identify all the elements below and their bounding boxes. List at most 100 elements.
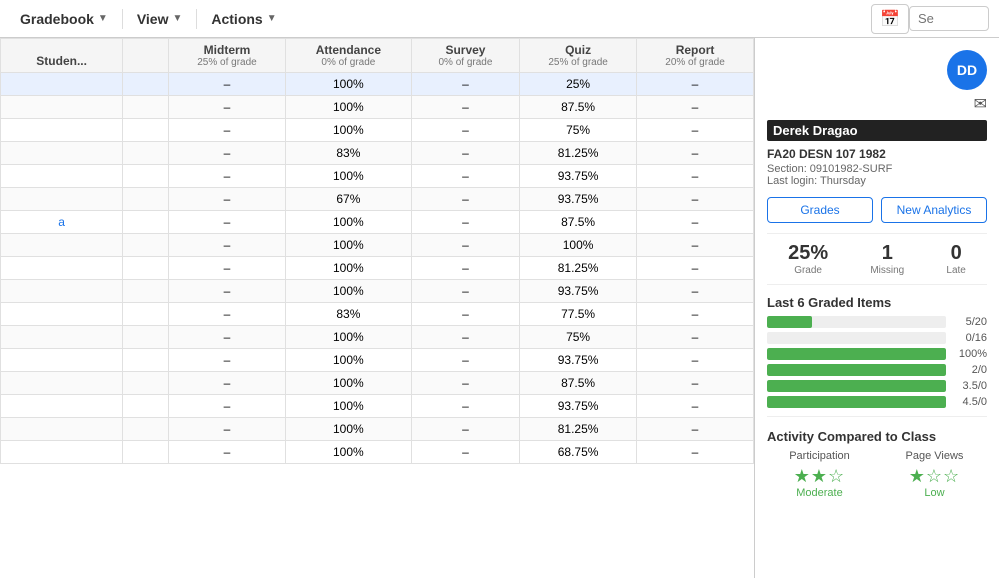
- col-header-report[interactable]: Report 20% of grade: [637, 39, 754, 73]
- cell-student: [1, 303, 123, 326]
- cell-quiz: 75%: [520, 119, 637, 142]
- cell-student: [1, 326, 123, 349]
- table-row[interactable]: –100%–81.25%–: [1, 418, 754, 441]
- cell-survey: –: [411, 280, 519, 303]
- table-row[interactable]: –100%–93.75%–: [1, 280, 754, 303]
- cell-survey: –: [411, 73, 519, 96]
- table-row[interactable]: a–100%–87.5%–: [1, 211, 754, 234]
- missing-label: Missing: [870, 265, 904, 276]
- grade-bar-row: 0/16: [767, 332, 987, 344]
- view-menu[interactable]: View ▼: [127, 5, 193, 33]
- cell-report: –: [637, 119, 754, 142]
- col-header-quiz[interactable]: Quiz 25% of grade: [520, 39, 637, 73]
- student-link[interactable]: a: [58, 215, 65, 229]
- cell-attendance: 100%: [285, 119, 411, 142]
- cell-quiz: 87.5%: [520, 211, 637, 234]
- table-row[interactable]: –100%–75%–: [1, 326, 754, 349]
- cell-attendance: 100%: [285, 326, 411, 349]
- col-midterm-label: Midterm: [177, 43, 277, 57]
- activity-section: Activity Compared to Class Participation…: [767, 429, 987, 499]
- participation-level: Moderate: [767, 487, 872, 499]
- table-row[interactable]: –67%–93.75%–: [1, 188, 754, 211]
- table-row[interactable]: –100%–93.75%–: [1, 165, 754, 188]
- table-row[interactable]: –100%–87.5%–: [1, 372, 754, 395]
- search-input[interactable]: [909, 6, 989, 31]
- col-attendance-label: Attendance: [294, 43, 403, 57]
- grade-bar-track: [767, 332, 946, 344]
- actions-menu[interactable]: Actions ▼: [201, 5, 286, 33]
- course-info: FA20 DESN 107 1982 Section: 09101982-SUR…: [767, 147, 987, 187]
- grade-bar-row: 100%: [767, 348, 987, 360]
- cell-blank: [123, 280, 169, 303]
- grades-button[interactable]: Grades: [767, 197, 873, 223]
- cell-report: –: [637, 418, 754, 441]
- cell-midterm: –: [169, 280, 286, 303]
- cell-blank: [123, 326, 169, 349]
- table-row[interactable]: –83%–81.25%–: [1, 142, 754, 165]
- col-midterm-sub: 25% of grade: [177, 57, 277, 68]
- grade-bar-track: [767, 316, 946, 328]
- col-header-midterm[interactable]: Midterm 25% of grade: [169, 39, 286, 73]
- cell-quiz: 81.25%: [520, 257, 637, 280]
- table-row[interactable]: –100%–93.75%–: [1, 395, 754, 418]
- grade-bar-fill: [767, 380, 946, 392]
- col-header-survey[interactable]: Survey 0% of grade: [411, 39, 519, 73]
- cell-report: –: [637, 441, 754, 464]
- panel-buttons: Grades New Analytics: [767, 197, 987, 223]
- calendar-button[interactable]: 📅: [871, 4, 909, 34]
- table-row[interactable]: –100%–75%–: [1, 119, 754, 142]
- table-row[interactable]: –83%–77.5%–: [1, 303, 754, 326]
- cell-attendance: 100%: [285, 395, 411, 418]
- cell-blank: [123, 441, 169, 464]
- grade-bar-track: [767, 364, 946, 376]
- cell-midterm: –: [169, 119, 286, 142]
- cell-attendance: 83%: [285, 303, 411, 326]
- cell-blank: [123, 165, 169, 188]
- table-row[interactable]: –100%–25%–: [1, 73, 754, 96]
- grade-bar-row: 2/0: [767, 364, 987, 376]
- new-analytics-button[interactable]: New Analytics: [881, 197, 987, 223]
- cell-student: [1, 142, 123, 165]
- gradebook-menu[interactable]: Gradebook ▼: [10, 5, 118, 33]
- cell-blank: [123, 73, 169, 96]
- cell-blank: [123, 119, 169, 142]
- cell-quiz: 81.25%: [520, 418, 637, 441]
- cell-survey: –: [411, 142, 519, 165]
- cell-report: –: [637, 188, 754, 211]
- cell-midterm: –: [169, 303, 286, 326]
- cell-blank: [123, 395, 169, 418]
- col-header-attendance[interactable]: Attendance 0% of grade: [285, 39, 411, 73]
- col-header-student[interactable]: Studen...: [1, 39, 123, 73]
- participation-col: Participation ★★☆ Moderate: [767, 450, 872, 499]
- cell-student: [1, 418, 123, 441]
- cell-blank: [123, 372, 169, 395]
- col-report-label: Report: [645, 43, 745, 57]
- cell-report: –: [637, 211, 754, 234]
- table-row[interactable]: –100%–100%–: [1, 234, 754, 257]
- cell-quiz: 100%: [520, 234, 637, 257]
- email-icon[interactable]: ✉: [974, 94, 987, 114]
- cell-student: [1, 119, 123, 142]
- cell-survey: –: [411, 257, 519, 280]
- cell-blank: [123, 349, 169, 372]
- cell-report: –: [637, 165, 754, 188]
- cell-student: [1, 441, 123, 464]
- table-row[interactable]: –100%–93.75%–: [1, 349, 754, 372]
- cell-survey: –: [411, 349, 519, 372]
- cell-student: a: [1, 211, 123, 234]
- cell-attendance: 83%: [285, 142, 411, 165]
- cell-quiz: 68.75%: [520, 441, 637, 464]
- cell-midterm: –: [169, 96, 286, 119]
- grade-bar-label: 5/20: [952, 316, 987, 328]
- cell-attendance: 100%: [285, 234, 411, 257]
- table-row[interactable]: –100%–81.25%–: [1, 257, 754, 280]
- cell-blank: [123, 96, 169, 119]
- gradebook-table-area[interactable]: Studen... Midterm 25% of grade Attendanc…: [0, 38, 754, 578]
- cell-survey: –: [411, 372, 519, 395]
- table-row[interactable]: –100%–87.5%–: [1, 96, 754, 119]
- cell-attendance: 100%: [285, 73, 411, 96]
- cell-report: –: [637, 142, 754, 165]
- cell-blank: [123, 188, 169, 211]
- cell-student: [1, 257, 123, 280]
- table-row[interactable]: –100%–68.75%–: [1, 441, 754, 464]
